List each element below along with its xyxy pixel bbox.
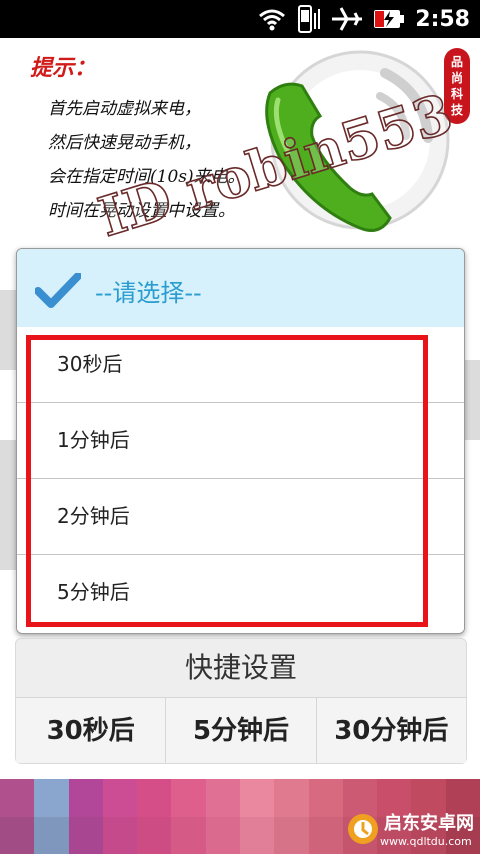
option-5min[interactable]: 5分钟后 xyxy=(17,555,464,630)
quick-settings-buttons: 30秒后 5分钟后 30分钟后 xyxy=(16,697,466,763)
quick-30min-button[interactable]: 30分钟后 xyxy=(316,697,466,763)
option-30s[interactable]: 30秒后 xyxy=(17,327,464,403)
quick-settings-title: 快捷设置 xyxy=(184,651,297,684)
phone-signal-icon xyxy=(297,5,321,33)
badge-char: 品 xyxy=(450,55,463,69)
quick-30s-button[interactable]: 30秒后 xyxy=(16,697,167,763)
badge-char: 技 xyxy=(450,103,463,117)
site-logo-icon xyxy=(348,813,378,844)
wifi-icon xyxy=(257,7,287,31)
list-strip xyxy=(0,290,16,370)
quick-5min-button[interactable]: 5分钟后 xyxy=(166,697,317,763)
list-strip xyxy=(0,440,16,570)
checkmark-icon xyxy=(34,272,82,313)
status-bar: 2:58 xyxy=(0,0,480,38)
option-2min[interactable]: 2分钟后 xyxy=(17,479,464,555)
badge-char: 科 xyxy=(450,87,463,101)
site-name: 启东安卓网 xyxy=(384,813,474,834)
site-logo: 启东安卓网 www.qdltdu.com xyxy=(346,809,474,848)
select-dialog: --请选择-- 30秒后 1分钟后 2分钟后 5分钟后 xyxy=(16,248,465,634)
quick-settings: 快捷设置 30秒后 5分钟后 30分钟后 xyxy=(15,638,467,764)
option-list: 30秒后 1分钟后 2分钟后 5分钟后 xyxy=(17,327,464,630)
option-1min[interactable]: 1分钟后 xyxy=(17,403,464,479)
status-time: 2:58 xyxy=(415,6,470,32)
badge-char: 尚 xyxy=(450,71,463,85)
airplane-icon xyxy=(331,6,363,32)
battery-charging-icon xyxy=(373,8,405,30)
dialog-header: --请选择-- xyxy=(17,249,464,327)
list-strip xyxy=(463,360,480,440)
site-url: www.qdltdu.com xyxy=(380,835,472,848)
dialog-title: --请选择-- xyxy=(95,279,202,307)
